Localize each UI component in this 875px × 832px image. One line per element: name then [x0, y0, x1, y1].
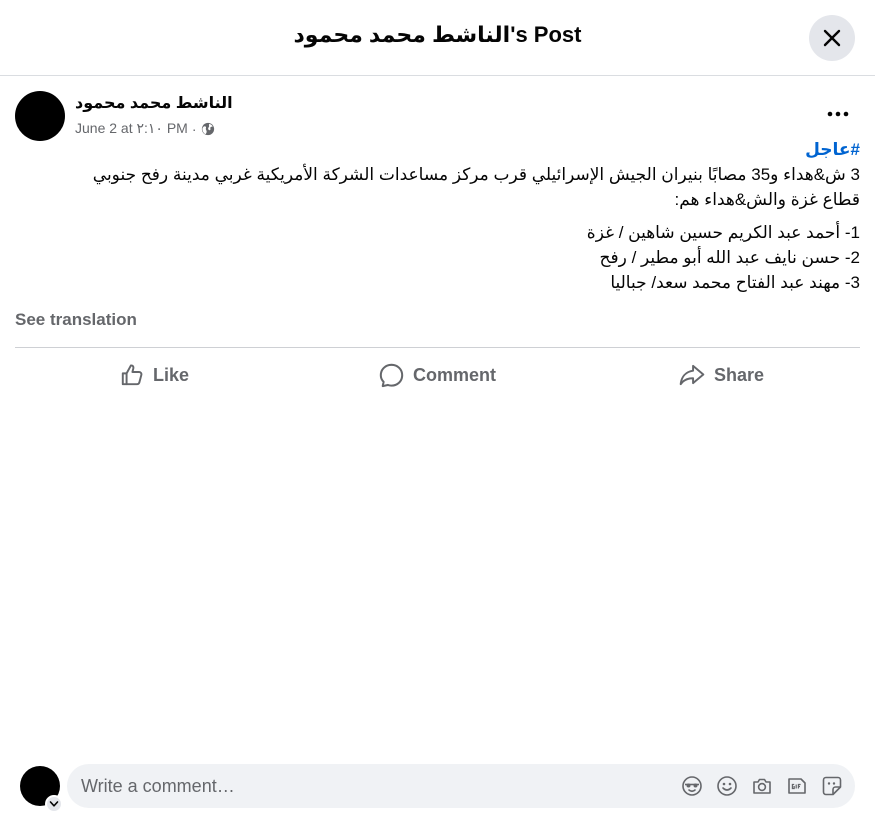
share-icon — [679, 364, 705, 386]
share-button[interactable]: Share — [678, 358, 764, 392]
sticker-icon — [822, 776, 842, 796]
actions-divider — [15, 347, 860, 348]
dialog-title: الناشط محمد محمود's Post — [293, 22, 582, 47]
meta-separator: · — [191, 120, 197, 137]
like-button[interactable]: Like — [119, 358, 189, 392]
avatar-sticker-icon — [682, 776, 702, 796]
see-translation-link[interactable]: See translation — [15, 310, 137, 330]
share-label: Share — [714, 364, 765, 385]
sticker-button[interactable] — [821, 775, 843, 797]
post-line: قطاع غزة والش&هداء هم: — [674, 190, 860, 209]
more-options-icon — [827, 111, 849, 117]
emoji-button[interactable] — [716, 775, 738, 797]
close-button[interactable] — [809, 15, 855, 61]
post-line: 3 ش&هداء و35 مصابًا بنيران الجيش الإسرائ… — [92, 165, 860, 184]
profile-switch-button[interactable] — [45, 795, 63, 813]
author-avatar[interactable] — [15, 91, 65, 141]
globe-icon — [201, 122, 214, 135]
chevron-down-icon — [49, 801, 59, 807]
comment-label: Comment — [413, 364, 497, 385]
like-icon — [121, 364, 143, 386]
camera-button[interactable] — [751, 775, 773, 797]
list-item: 1- أحمد عبد الكريم حسين شاهين / غزة — [586, 223, 860, 242]
gif-icon — [788, 778, 806, 794]
close-icon — [823, 29, 841, 47]
more-options-button[interactable] — [822, 100, 854, 128]
comment-icon — [379, 363, 404, 387]
avatar-sticker-button[interactable] — [681, 775, 703, 797]
hashtag-link[interactable]: #عاجل — [15, 137, 860, 162]
author-name[interactable]: الناشط محمد محمود — [75, 93, 233, 113]
post-meta: June 2 at ٢:١٠ PM · — [75, 120, 215, 137]
comment-input[interactable] — [81, 764, 661, 808]
comment-composer — [67, 764, 855, 808]
emoji-icon — [717, 776, 737, 796]
post-paragraph: 3 ش&هداء و35 مصابًا بنيران الجيش الإسرائ… — [15, 162, 860, 212]
dialog-header: الناشط محمد محمود's Post — [0, 0, 875, 76]
gif-button[interactable] — [786, 775, 808, 797]
list-item: 3- مهند عبد الفتاح محمد سعد/ جباليا — [610, 273, 860, 292]
like-label: Like — [153, 364, 190, 385]
comment-button[interactable]: Comment — [378, 358, 496, 392]
names-list: 1- أحمد عبد الكريم حسين شاهين / غزة 2- ح… — [15, 220, 860, 295]
camera-icon — [753, 778, 771, 794]
post-date[interactable]: June 2 at ٢:١٠ PM — [75, 120, 188, 137]
list-item: 2- حسن نايف عبد الله أبو مطير / رفح — [599, 248, 860, 267]
